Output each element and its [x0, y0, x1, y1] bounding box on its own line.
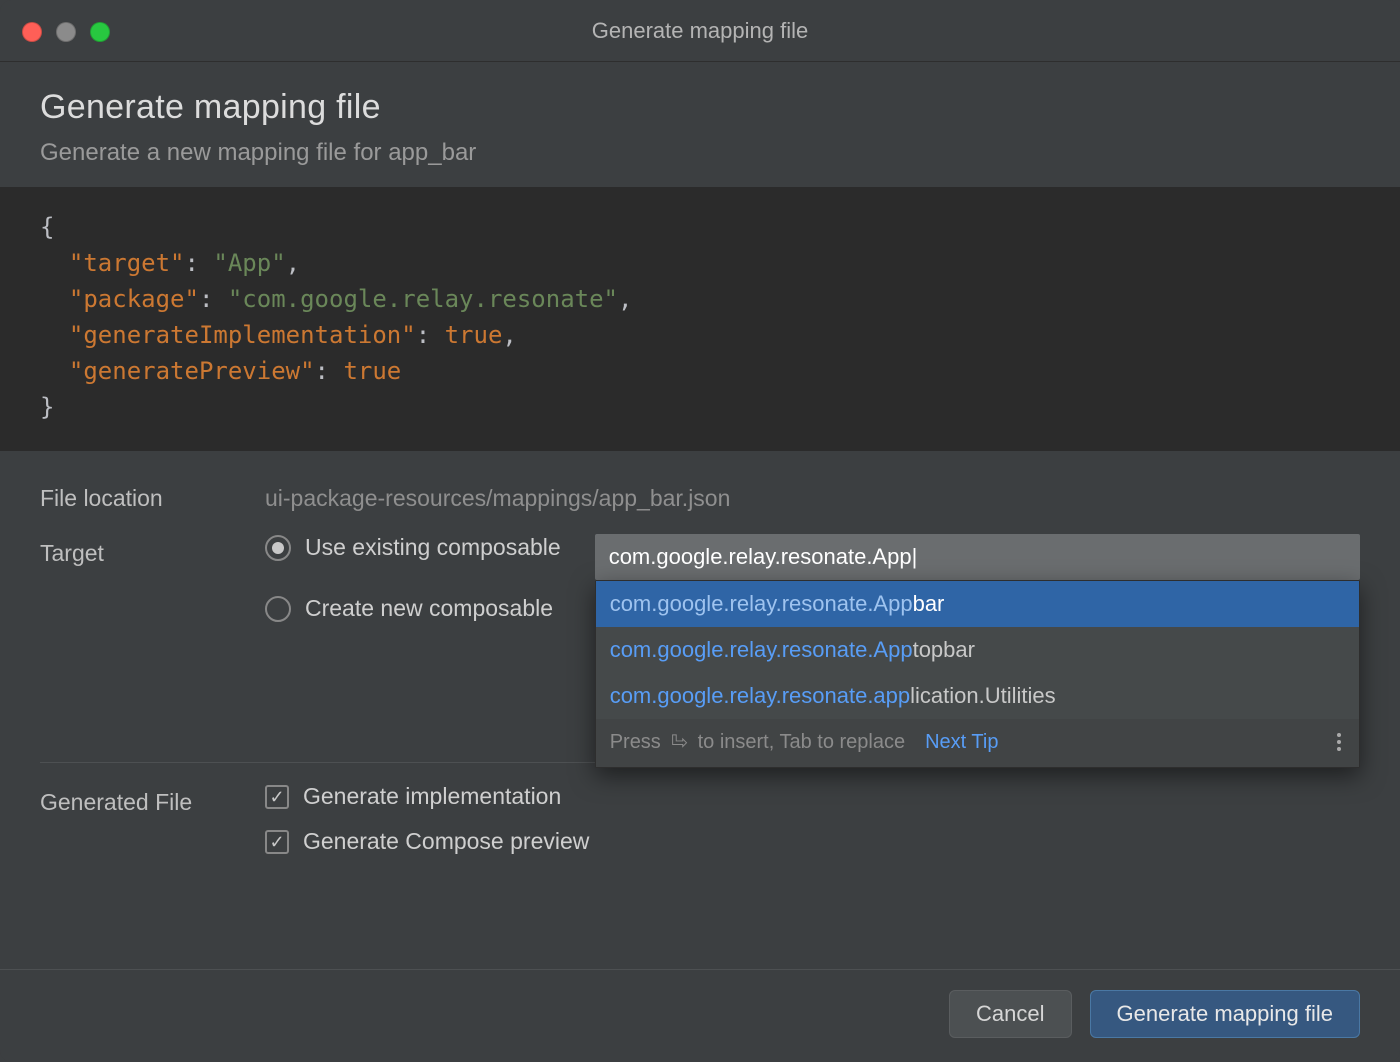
dialog-title: Generate mapping file: [40, 88, 1360, 127]
minimize-window-button[interactable]: [56, 22, 76, 42]
dialog-subtitle: Generate a new mapping file for app_bar: [40, 139, 1360, 167]
row-generated-file: Generated File Generate implementation G…: [40, 783, 1360, 855]
more-options-icon[interactable]: [1333, 729, 1345, 755]
zoom-window-button[interactable]: [90, 22, 110, 42]
autocomplete-match: com.google.relay.resonate.App: [610, 591, 913, 616]
radio-use-existing-label: Use existing composable: [305, 534, 561, 561]
autocomplete-match: com.google.relay.resonate.App: [610, 637, 913, 662]
autocomplete-hint-press: Press: [610, 731, 661, 754]
dialog-window: Generate mapping file Generate mapping f…: [0, 0, 1400, 1062]
file-location-label: File location: [40, 479, 265, 512]
generated-file-options: Generate implementation Generate Compose…: [265, 783, 589, 855]
radio-create-new-label: Create new composable: [305, 595, 553, 622]
checkbox-generate-preview[interactable]: Generate Compose preview: [265, 828, 589, 855]
checkbox-icon: [265, 830, 289, 854]
form-area: File location ui-package-resources/mappi…: [0, 451, 1400, 969]
autocomplete-item[interactable]: com.google.relay.resonate.application.Ut…: [596, 673, 1359, 719]
autocomplete-popup: com.google.relay.resonate.Appbar com.goo…: [595, 580, 1360, 768]
radio-indicator-icon: [265, 535, 291, 561]
row-target: Target Use existing composable Create ne…: [40, 534, 1360, 622]
autocomplete-rest: bar: [913, 591, 945, 616]
code-key-package: "package": [69, 285, 199, 313]
target-composable-input[interactable]: [595, 534, 1360, 580]
code-key-genimpl: "generateImplementation": [69, 321, 416, 349]
generated-file-label: Generated File: [40, 783, 265, 816]
titlebar: Generate mapping file: [0, 0, 1400, 62]
enter-key-icon: ⏎: [671, 730, 688, 755]
target-label: Target: [40, 534, 265, 567]
json-preview: { "target": "App", "package": "com.googl…: [0, 187, 1400, 451]
checkbox-generate-preview-label: Generate Compose preview: [303, 828, 589, 855]
window-controls: [22, 22, 110, 42]
window-title: Generate mapping file: [0, 18, 1400, 44]
code-val-genprev: true: [343, 357, 401, 385]
code-key-target: "target": [69, 249, 185, 277]
radio-create-new[interactable]: Create new composable: [265, 595, 561, 622]
file-location-value: ui-package-resources/mappings/app_bar.js…: [265, 479, 1360, 512]
target-input-area: com.google.relay.resonate.Appbar com.goo…: [595, 534, 1360, 580]
autocomplete-next-tip-link[interactable]: Next Tip: [925, 731, 998, 754]
autocomplete-footer: Press ⏎ to insert, Tab to replace Next T…: [596, 719, 1359, 767]
autocomplete-match: com.google.relay.resonate.app: [610, 683, 910, 708]
checkbox-icon: [265, 785, 289, 809]
code-val-genimpl: true: [445, 321, 503, 349]
checkbox-generate-implementation[interactable]: Generate implementation: [265, 783, 589, 810]
autocomplete-rest: topbar: [913, 637, 975, 662]
code-val-target: "App": [213, 249, 285, 277]
cancel-button[interactable]: Cancel: [949, 990, 1071, 1038]
target-radio-group: Use existing composable Create new compo…: [265, 534, 595, 622]
dialog-header: Generate mapping file Generate a new map…: [0, 62, 1400, 187]
generate-mapping-file-button[interactable]: Generate mapping file: [1090, 990, 1360, 1038]
autocomplete-rest: lication.Utilities: [910, 683, 1056, 708]
close-window-button[interactable]: [22, 22, 42, 42]
radio-use-existing[interactable]: Use existing composable: [265, 534, 561, 561]
autocomplete-hint-insert: to insert, Tab to replace: [698, 731, 906, 754]
autocomplete-item[interactable]: com.google.relay.resonate.Apptopbar: [596, 627, 1359, 673]
autocomplete-item[interactable]: com.google.relay.resonate.Appbar: [596, 581, 1359, 627]
code-val-package: "com.google.relay.resonate": [228, 285, 618, 313]
radio-indicator-icon: [265, 596, 291, 622]
dialog-footer: Cancel Generate mapping file: [0, 969, 1400, 1062]
code-key-genprev: "generatePreview": [69, 357, 315, 385]
row-file-location: File location ui-package-resources/mappi…: [40, 479, 1360, 512]
checkbox-generate-implementation-label: Generate implementation: [303, 783, 561, 810]
